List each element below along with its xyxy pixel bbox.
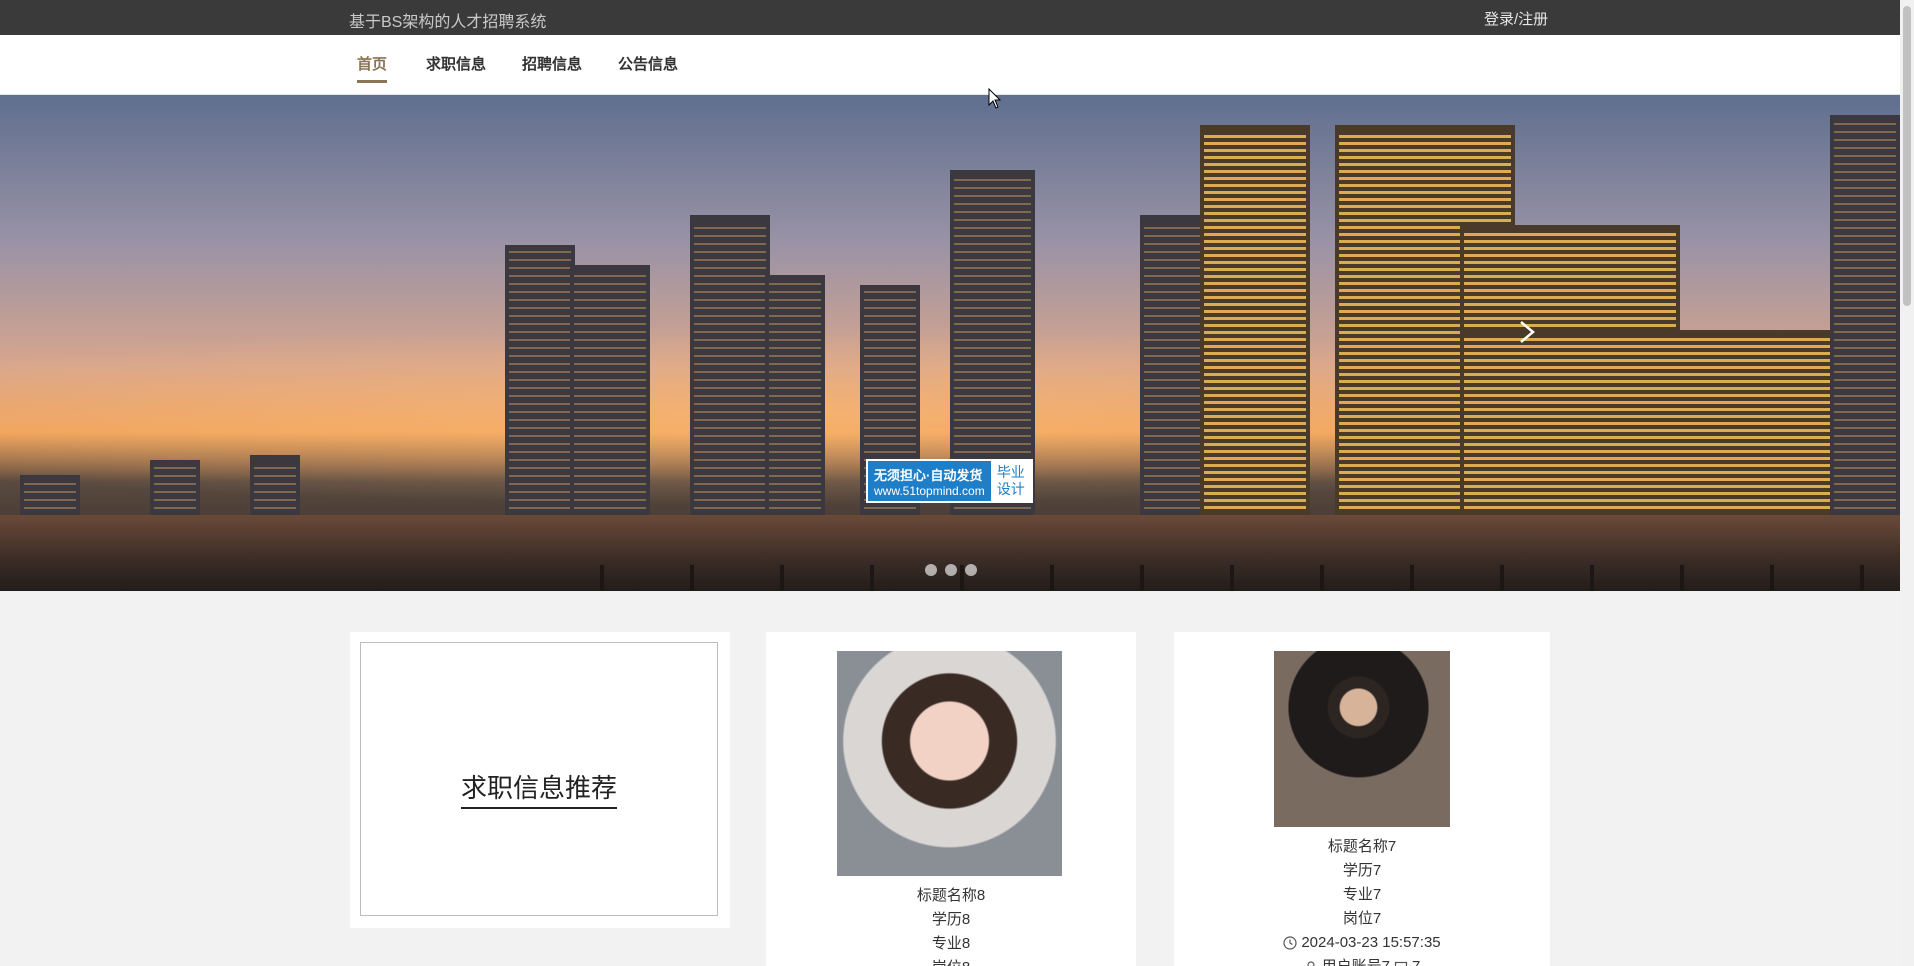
card-datetime: 2024-03-23 15:57:35 xyxy=(1301,934,1441,951)
job-card[interactable]: 标题名称8 学历8 专业8 岗位8 xyxy=(766,632,1136,966)
section-title: 求职信息推荐 xyxy=(460,773,617,809)
nav-item-home[interactable]: 首页 xyxy=(357,53,388,83)
card-title: 标题名称7 xyxy=(1327,838,1397,855)
profile-photo[interactable] xyxy=(1274,651,1450,827)
building-shape xyxy=(765,275,825,515)
card-position: 岗位7 xyxy=(1342,910,1382,927)
mouse-cursor-icon xyxy=(988,88,1002,109)
card-major: 专业7 xyxy=(1342,886,1382,903)
carousel-dot[interactable] xyxy=(965,564,977,576)
user-icon xyxy=(1307,961,1315,966)
watermark-url: www.51topmind.com xyxy=(874,483,985,498)
card-meta-row: 用户账号7 7 xyxy=(1174,955,1550,966)
site-title: 基于BS架构的人才招聘系统 xyxy=(349,14,547,31)
section-promo-frame: 求职信息推荐 xyxy=(360,642,718,916)
job-card[interactable]: 标题名称7 学历7 专业7 岗位7 2024-03-23 15:57:35 用户… xyxy=(1174,632,1550,966)
card-datetime-row: 2024-03-23 15:57:35 xyxy=(1174,931,1550,955)
card-account: 用户账号7 xyxy=(1322,955,1390,966)
watermark-tag-line2: 设计 xyxy=(996,481,1025,497)
nav-item-job-seeking[interactable]: 求职信息 xyxy=(426,53,486,80)
comment-icon xyxy=(1394,961,1408,966)
building-shape xyxy=(250,455,300,515)
building-shape xyxy=(150,460,200,515)
card-count: 7 xyxy=(1412,955,1420,966)
scrollbar-thumb[interactable] xyxy=(1903,6,1911,306)
card-education: 学历8 xyxy=(931,911,971,928)
banner-fence xyxy=(600,565,1900,591)
section-promo-card: 求职信息推荐 xyxy=(350,632,730,928)
job-card-info: 标题名称8 学历8 专业8 岗位8 xyxy=(766,884,1136,966)
main-nav: 首页 求职信息 招聘信息 公告信息 xyxy=(0,35,1900,95)
chevron-right-icon[interactable] xyxy=(1515,320,1539,344)
carousel-dots xyxy=(925,564,977,576)
watermark-tag: 毕业 设计 xyxy=(990,461,1031,501)
building-shape xyxy=(570,265,650,515)
page-scrollbar[interactable] xyxy=(1900,0,1914,966)
job-card-info: 标题名称7 学历7 专业7 岗位7 2024-03-23 15:57:35 用户… xyxy=(1174,835,1550,966)
nav-item-announcements[interactable]: 公告信息 xyxy=(618,53,678,80)
watermark-tag-line1: 毕业 xyxy=(996,464,1025,480)
section-title-wrap: 求职信息推荐 xyxy=(361,768,717,809)
nav-item-recruitment[interactable]: 招聘信息 xyxy=(522,53,582,80)
building-shape xyxy=(1200,125,1310,515)
login-register-link[interactable]: 登录/注册 xyxy=(1484,8,1548,29)
card-position: 岗位8 xyxy=(766,956,1136,966)
card-title: 标题名称8 xyxy=(916,887,986,904)
building-shape xyxy=(1830,115,1900,515)
building-shape xyxy=(505,245,575,515)
banner-carousel[interactable]: 无须担心·自动发货 www.51topmind.com 毕业 设计 xyxy=(0,95,1900,591)
top-bar: 基于BS架构的人才招聘系统 登录/注册 xyxy=(0,0,1914,35)
carousel-dot[interactable] xyxy=(925,564,937,576)
building-shape xyxy=(690,215,770,515)
card-education: 学历7 xyxy=(1342,862,1382,879)
profile-photo[interactable] xyxy=(837,651,1062,876)
building-shape xyxy=(20,475,80,515)
watermark-left: 无须担心·自动发货 www.51topmind.com xyxy=(868,461,991,501)
carousel-dot[interactable] xyxy=(945,564,957,576)
watermark-badge: 无须担心·自动发货 www.51topmind.com 毕业 设计 xyxy=(866,459,1033,503)
watermark-main-text: 无须担心·自动发货 xyxy=(874,467,983,483)
clock-icon xyxy=(1283,936,1297,950)
card-major: 专业8 xyxy=(931,935,971,952)
